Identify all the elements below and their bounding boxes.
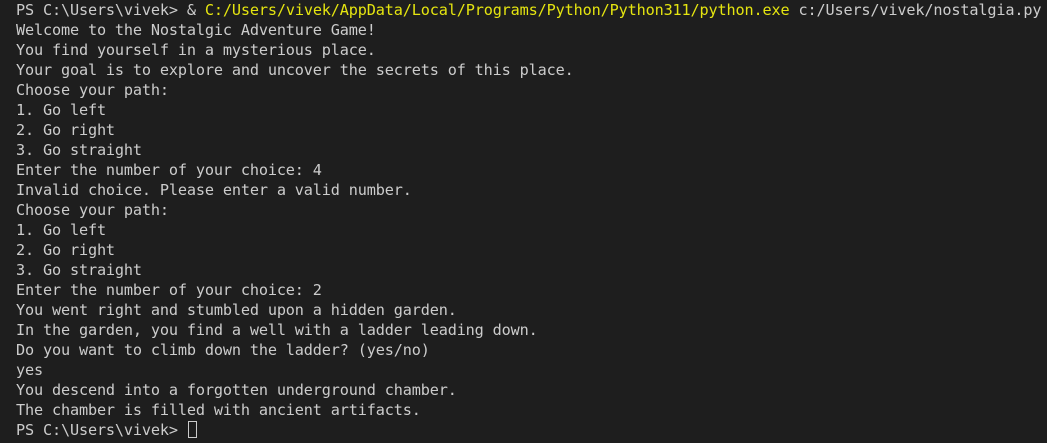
- script-argument: c:/Users/vivek/nostalgia.py: [789, 1, 1042, 19]
- output-line: You find yourself in a mysterious place.: [16, 41, 376, 59]
- terminal-output: PS C:\Users\vivek> & C:/Users/vivek/AppD…: [16, 0, 1047, 440]
- prompt-text: PS C:\Users\vivek>: [16, 1, 187, 19]
- output-line: You went right and stumbled upon a hidde…: [16, 301, 457, 319]
- output-line: 3. Go straight: [16, 141, 142, 159]
- output-line: Enter the number of your choice: 4: [16, 161, 322, 179]
- output-line: 3. Go straight: [16, 261, 142, 279]
- call-operator: &: [186, 1, 205, 19]
- output-line: Do you want to climb down the ladder? (y…: [16, 341, 430, 359]
- output-line: Choose your path:: [16, 201, 169, 219]
- output-line: Welcome to the Nostalgic Adventure Game!: [16, 21, 376, 39]
- prompt-text: PS C:\Users\vivek>: [16, 421, 187, 439]
- text-cursor[interactable]: [187, 421, 197, 438]
- output-line: The chamber is filled with ancient artif…: [16, 401, 421, 419]
- output-line: In the garden, you find a well with a la…: [16, 321, 538, 339]
- python-executable-path: C:/Users/vivek/AppData/Local/Programs/Py…: [204, 1, 790, 19]
- terminal-panel[interactable]: PS C:\Users\vivek> & C:/Users/vivek/AppD…: [0, 0, 1047, 443]
- output-line: Invalid choice. Please enter a valid num…: [16, 181, 412, 199]
- current-prompt-line[interactable]: PS C:\Users\vivek>: [16, 420, 1047, 440]
- output-line: 2. Go right: [16, 121, 115, 139]
- command-line: PS C:\Users\vivek> & C:/Users/vivek/AppD…: [16, 0, 1047, 20]
- output-line: 1. Go left: [16, 221, 106, 239]
- output-line: 2. Go right: [16, 241, 115, 259]
- output-line: 1. Go left: [16, 101, 106, 119]
- output-line: Your goal is to explore and uncover the …: [16, 61, 574, 79]
- output-line: You descend into a forgotten underground…: [16, 381, 457, 399]
- output-line: yes: [16, 361, 43, 379]
- output-line: Choose your path:: [16, 81, 169, 99]
- output-line: Enter the number of your choice: 2: [16, 281, 322, 299]
